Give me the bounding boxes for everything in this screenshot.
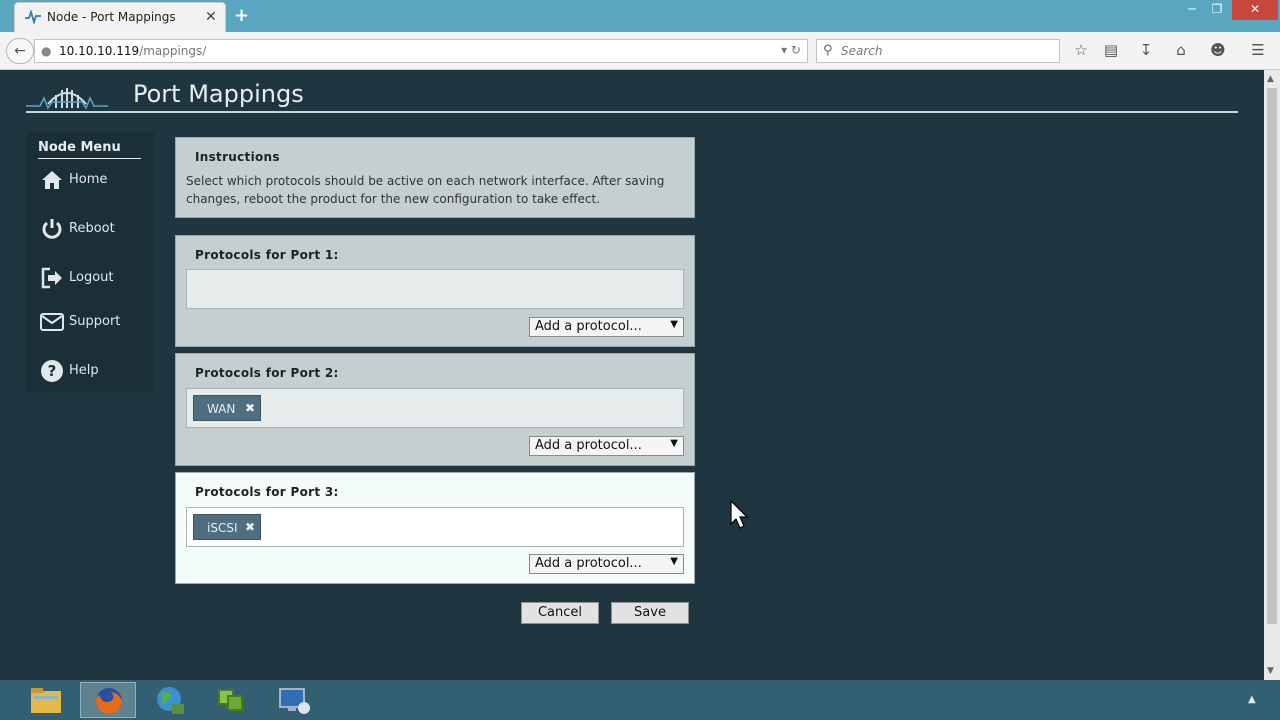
protocol-chip-wan: WAN ✖ [193,395,261,421]
port-1-protocol-box[interactable] [186,269,684,309]
port-2-add-protocol-select[interactable]: Add a protocol... ▼ [529,436,684,456]
select-label: Add a protocol... [535,319,642,334]
page-title: Port Mappings [133,80,304,108]
url-bar[interactable]: ● 10.10.10.119/mappings/ ▾ ↻ [34,39,808,63]
browser-titlebar: Node - Port Mappings ✕ + ─ ❐ ✕ [0,0,1280,32]
remote-desktop-icon[interactable] [266,682,322,718]
new-tab-button[interactable]: + [234,5,249,26]
select-label: Add a protocol... [535,556,642,571]
page-content: Port Mappings Node Menu Home Reboot Logo… [0,70,1264,680]
port-3-heading: Protocols for Port 3: [195,485,339,499]
search-icon: ⚲ [823,43,833,58]
port-3-add-protocol-select[interactable]: Add a protocol... ▼ [529,554,684,574]
protocol-chip-iscsi: iSCSI ✖ [193,514,261,540]
scroll-thumb[interactable] [1267,88,1277,624]
search-placeholder: Search [841,44,883,58]
firefox-icon[interactable] [80,682,136,718]
sidebar-item-label: Reboot [69,221,115,236]
url-path: /mappings/ [139,44,207,58]
bookmark-star-icon[interactable]: ☆ [1071,41,1091,61]
chip-label: WAN [207,402,236,416]
page-scrollbar[interactable]: ▲ ▼ [1264,70,1280,680]
instructions-text: Select which protocols should be active … [186,174,665,206]
remove-icon[interactable]: ✖ [245,401,255,415]
scroll-down-icon[interactable]: ▼ [1267,666,1274,676]
port-3-panel: Protocols for Port 3: iSCSI ✖ Add a prot… [175,472,695,584]
save-button[interactable]: Save [611,602,689,624]
menu-icon[interactable]: ☰ [1248,41,1268,61]
sidebar-divider [38,158,141,159]
pulse-icon [25,10,41,24]
svg-text:?: ? [48,362,57,380]
home-browser-icon[interactable]: ⌂ [1171,41,1191,61]
sidebar-item-reboot[interactable]: Reboot [40,217,150,243]
sidebar-item-label: Support [69,314,121,329]
sidebar-item-home[interactable]: Home [40,168,150,194]
port-1-add-protocol-select[interactable]: Add a protocol... ▼ [529,317,684,337]
sidebar-item-label: Logout [69,270,114,285]
port-2-heading: Protocols for Port 2: [195,366,339,380]
reading-list-icon[interactable]: ▤ [1101,41,1121,61]
file-explorer-icon[interactable] [18,682,74,718]
port-1-panel: Protocols for Port 1: Add a protocol... … [175,235,695,347]
port-2-protocol-box[interactable]: WAN ✖ [186,388,684,428]
tab-title: Node - Port Mappings [47,10,176,24]
chat-icon[interactable]: ☻ [1208,41,1228,61]
sidebar-item-label: Home [69,172,108,187]
help-icon: ? [41,360,63,382]
vsphere-icon[interactable] [204,682,260,718]
chevron-down-icon: ▼ [670,556,678,567]
globe-icon: ● [41,44,52,58]
header-divider [26,111,1238,113]
chip-label: iSCSI [207,521,238,535]
port-1-heading: Protocols for Port 1: [195,248,339,262]
mouse-cursor-icon [730,500,749,529]
sidebar-item-support[interactable]: Support [40,310,150,336]
instructions-panel: Instructions Select which protocols shou… [175,137,695,218]
select-label: Add a protocol... [535,438,642,453]
close-window-icon[interactable]: ✕ [1232,0,1278,20]
sidebar-item-help[interactable]: ? Help [40,359,150,385]
sidebar-item-logout[interactable]: Logout [40,266,150,292]
port-2-panel: Protocols for Port 2: WAN ✖ Add a protoc… [175,353,695,466]
envelope-icon [40,313,64,331]
back-button[interactable]: ← [6,38,34,64]
sidebar-title: Node Menu [38,140,121,155]
minimize-icon[interactable]: ─ [1180,2,1204,22]
instructions-heading: Instructions [195,150,280,164]
download-icon[interactable]: ↧ [1136,41,1156,61]
browser-navbar: ← ● 10.10.10.119/mappings/ ▾ ↻ ⚲ Search … [0,32,1280,70]
logout-icon [41,267,62,289]
chevron-down-icon: ▼ [670,438,678,449]
bridge-logo-icon [26,88,108,110]
url-host: 10.10.10.119 [59,44,140,58]
remove-icon[interactable]: ✖ [245,520,255,534]
tab-close-icon[interactable]: ✕ [205,9,217,25]
power-icon [42,219,62,239]
chevron-down-icon: ▼ [670,319,678,330]
sidebar-item-label: Help [69,363,99,378]
reload-icon[interactable]: ▾ ↻ [781,43,801,57]
port-3-protocol-box[interactable]: iSCSI ✖ [186,507,684,547]
network-globe-icon[interactable] [142,682,198,718]
url-text: 10.10.10.119/mappings/ [59,44,206,58]
scroll-up-icon[interactable]: ▲ [1267,74,1274,84]
home-icon [42,171,62,189]
restore-icon[interactable]: ❐ [1205,2,1229,22]
cancel-button[interactable]: Cancel [521,602,599,624]
sidebar: Node Menu Home Reboot Logout Support ? H… [26,132,154,392]
tray-expand-icon[interactable]: ▲ [1248,694,1256,705]
browser-tab[interactable]: Node - Port Mappings ✕ [14,2,226,32]
taskbar: ▲ [0,680,1280,720]
search-input[interactable]: ⚲ Search [816,39,1060,63]
